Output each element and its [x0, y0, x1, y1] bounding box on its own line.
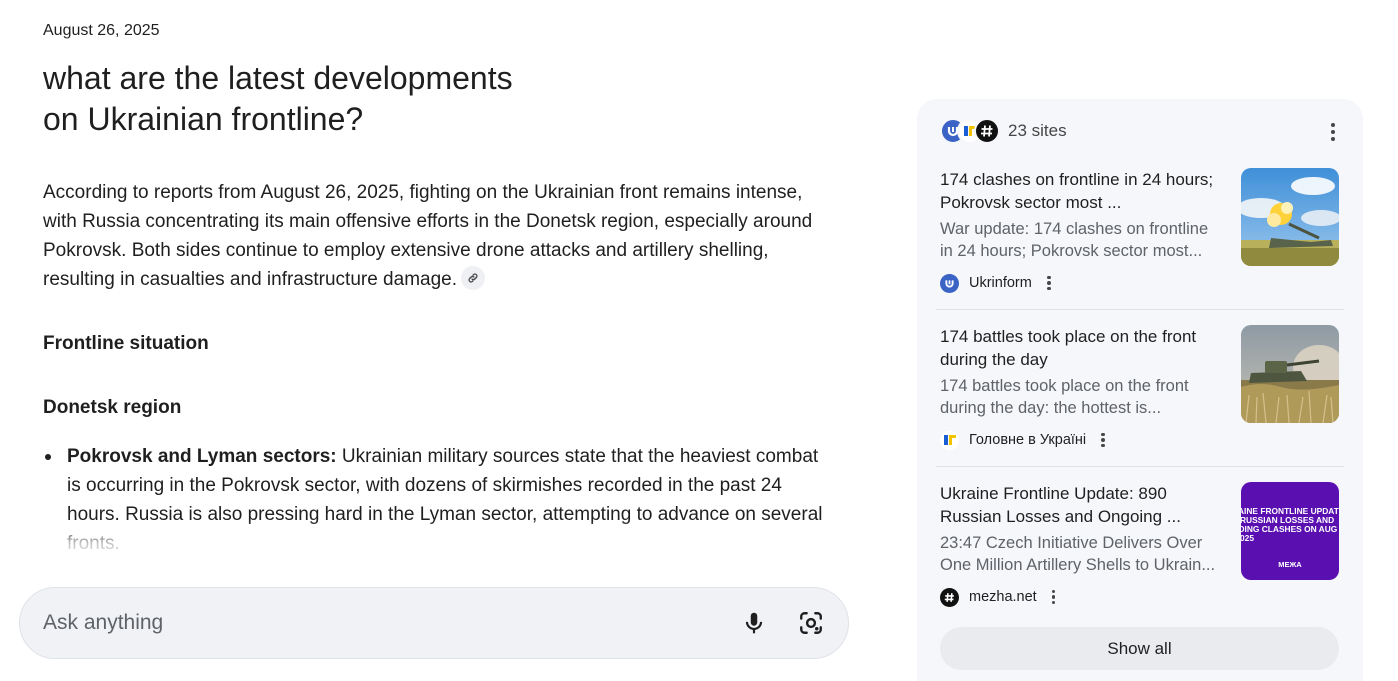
sources-panel: 23 sites 174 clashes on frontline in 24 …	[917, 99, 1363, 681]
sources-header[interactable]: 23 sites	[940, 118, 1067, 144]
heading-donetsk-region: Donetsk region	[43, 397, 182, 418]
summary-text: According to reports from August 26, 202…	[43, 182, 813, 290]
link-icon	[468, 273, 478, 283]
card-divider	[936, 309, 1344, 310]
ask-input[interactable]	[43, 611, 734, 635]
mezha-logo-text: MEЖA	[1278, 560, 1302, 569]
source-footer: mezha.net	[940, 587, 1059, 607]
source-card-2[interactable]: 174 battles took place on the front duri…	[936, 322, 1344, 472]
source-more-button[interactable]	[1098, 430, 1108, 450]
voice-search-button[interactable]	[734, 603, 774, 643]
citation-link-chip[interactable]	[461, 265, 486, 290]
golovne-favicon	[940, 430, 959, 450]
snippet-line-2: during the day: the hottest is...	[940, 399, 1162, 417]
tank-field-photo-image	[1241, 325, 1339, 423]
source-more-button[interactable]	[1044, 273, 1054, 293]
golovne-logo-icon	[943, 435, 956, 445]
query-line-1: what are the latest developments	[43, 60, 513, 96]
source-snippet: 23:47 Czech Initiative Delivers Over One…	[940, 532, 1230, 576]
lens-search-button[interactable]	[791, 603, 831, 643]
bullet-item-pokrovsk: Pokrovsk and Lyman sectors: Ukrainian mi…	[43, 442, 833, 558]
source-name: mezha.net	[969, 589, 1037, 605]
source-card-3[interactable]: Ukraine Frontline Update: 890 Russian Lo…	[936, 479, 1344, 629]
answer-summary: According to reports from August 26, 202…	[43, 178, 833, 294]
source-footer: Головне в Україні	[940, 430, 1108, 450]
mezha-favicon	[974, 118, 1000, 144]
answer-date: August 26, 2025	[43, 22, 160, 39]
thumb-text-line-3: OING CLASHES ON AUG	[1241, 524, 1337, 534]
snippet-line-2: One Million Artillery Shells to Ukrain..…	[940, 556, 1216, 574]
sources-more-button[interactable]	[1323, 119, 1343, 145]
source-thumbnail[interactable]: AINE FRONTLINE UPDAT RUSSIAN LOSSES AND …	[1241, 482, 1339, 580]
favicon-stack	[940, 118, 1000, 144]
bullet-strong-label: Pokrovsk and Lyman sectors:	[67, 446, 337, 467]
thumb-text-line-4: 025	[1241, 533, 1254, 543]
snippet-line-1: 174 battles took place on the front	[940, 377, 1189, 395]
ukrinform-favicon	[940, 273, 959, 293]
source-title[interactable]: 174 clashes on frontline in 24 hours; Po…	[940, 168, 1232, 214]
mezha-favicon	[940, 587, 959, 607]
mezha-headline-image: AINE FRONTLINE UPDAT RUSSIAN LOSSES AND …	[1241, 482, 1339, 580]
source-more-button[interactable]	[1049, 587, 1059, 607]
source-snippet: War update: 174 clashes on frontline in …	[940, 218, 1230, 262]
source-title[interactable]: 174 battles took place on the front duri…	[940, 325, 1232, 371]
source-title[interactable]: Ukraine Frontline Update: 890 Russian Lo…	[940, 482, 1232, 528]
source-name: Головне в Україні	[969, 432, 1087, 448]
mic-icon	[745, 612, 763, 634]
heading-frontline-situation: Frontline situation	[43, 333, 209, 354]
snippet-line-2: in 24 hours; Pokrovsk sector most...	[940, 242, 1203, 260]
more-vert-icon	[1051, 589, 1056, 594]
bullet-list: Pokrovsk and Lyman sectors: Ukrainian mi…	[43, 442, 833, 558]
ukrinform-logo-icon	[945, 279, 954, 288]
lens-icon	[800, 612, 822, 634]
source-name: Ukrinform	[969, 275, 1032, 291]
ask-bar	[19, 587, 849, 659]
query-line-2: on Ukrainian frontline?	[43, 101, 364, 137]
source-snippet: 174 battles took place on the front duri…	[940, 375, 1230, 419]
hash-icon	[944, 592, 954, 602]
source-thumbnail[interactable]	[1241, 168, 1339, 266]
show-all-button[interactable]: Show all	[940, 627, 1339, 670]
source-footer: Ukrinform	[940, 273, 1054, 293]
snippet-line-1: War update: 174 clashes on frontline	[940, 220, 1209, 238]
source-card-1[interactable]: 174 clashes on frontline in 24 hours; Po…	[936, 165, 1344, 315]
source-thumbnail[interactable]	[1241, 325, 1339, 423]
query-title: what are the latest developments on Ukra…	[43, 58, 603, 140]
hash-icon	[981, 125, 993, 137]
card-divider	[936, 466, 1344, 467]
more-vert-icon	[1331, 123, 1335, 127]
sites-count: 23 sites	[1008, 121, 1067, 140]
more-vert-icon	[1047, 275, 1051, 280]
more-vert-icon	[1101, 432, 1105, 437]
snippet-line-1: 23:47 Czech Initiative Delivers Over	[940, 534, 1203, 552]
artillery-photo-image	[1241, 168, 1339, 266]
